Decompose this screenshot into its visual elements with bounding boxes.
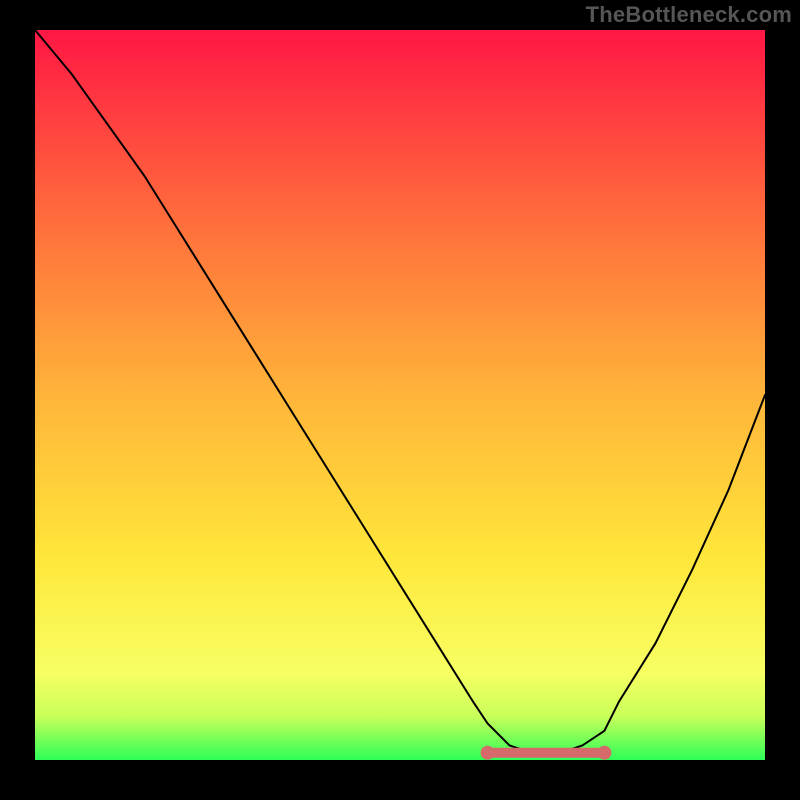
optimal-range-end-dot	[597, 746, 611, 760]
optimal-range-bar	[488, 748, 605, 758]
chart-frame: TheBottleneck.com	[0, 0, 800, 800]
plot-background	[35, 30, 765, 760]
optimal-range-start-dot	[481, 746, 495, 760]
optimal-range	[481, 746, 612, 760]
bottleneck-chart	[35, 30, 765, 760]
attribution-label: TheBottleneck.com	[586, 2, 792, 28]
